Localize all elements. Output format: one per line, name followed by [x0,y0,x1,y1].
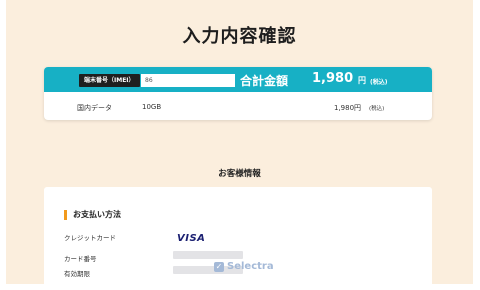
card-number-label: カード番号 [64,255,97,263]
summary-header-bar: 端末番号（IMEI） 86 合計金額 1,980 円 (税込) [44,67,432,92]
line-item-plan: 10GB [142,103,162,111]
total-tax-note: (税込) [370,79,388,86]
customer-info-card: お支払い方法 クレジットカード VISA カード番号 有効期限 ✓ Select… [44,187,432,284]
confirmation-page: 入力内容確認 端末番号（IMEI） 86 合計金額 1,980 円 (税込) 国… [6,0,473,284]
total-amount: 1,980 [312,71,354,86]
visa-logo: VISA [177,233,206,244]
watermark-text: Selectra [227,261,274,272]
card-number-value [173,251,243,259]
page-title: 入力内容確認 [182,26,297,47]
credit-card-label: クレジットカード [64,234,116,242]
selectra-check-icon: ✓ [214,261,224,272]
line-item-name: 国内データ [77,104,112,112]
total-yen: 円 [358,76,366,85]
imei-label: 端末番号（IMEI） [79,74,140,87]
expiry-label: 有効期限 [64,270,90,278]
line-item-tax-note: (税込) [369,106,385,112]
total-label: 合計金額 [240,74,289,88]
selectra-watermark: ✓ Selectra [214,261,274,272]
line-item-price: 1,980円 [334,104,362,112]
payment-method-heading: お支払い方法 [64,210,121,220]
imei-value: 86 [141,74,235,87]
customer-info-heading: お客様情報 [218,169,261,179]
order-summary-card: 端末番号（IMEI） 86 合計金額 1,980 円 (税込) 国内データ 10… [44,67,432,120]
